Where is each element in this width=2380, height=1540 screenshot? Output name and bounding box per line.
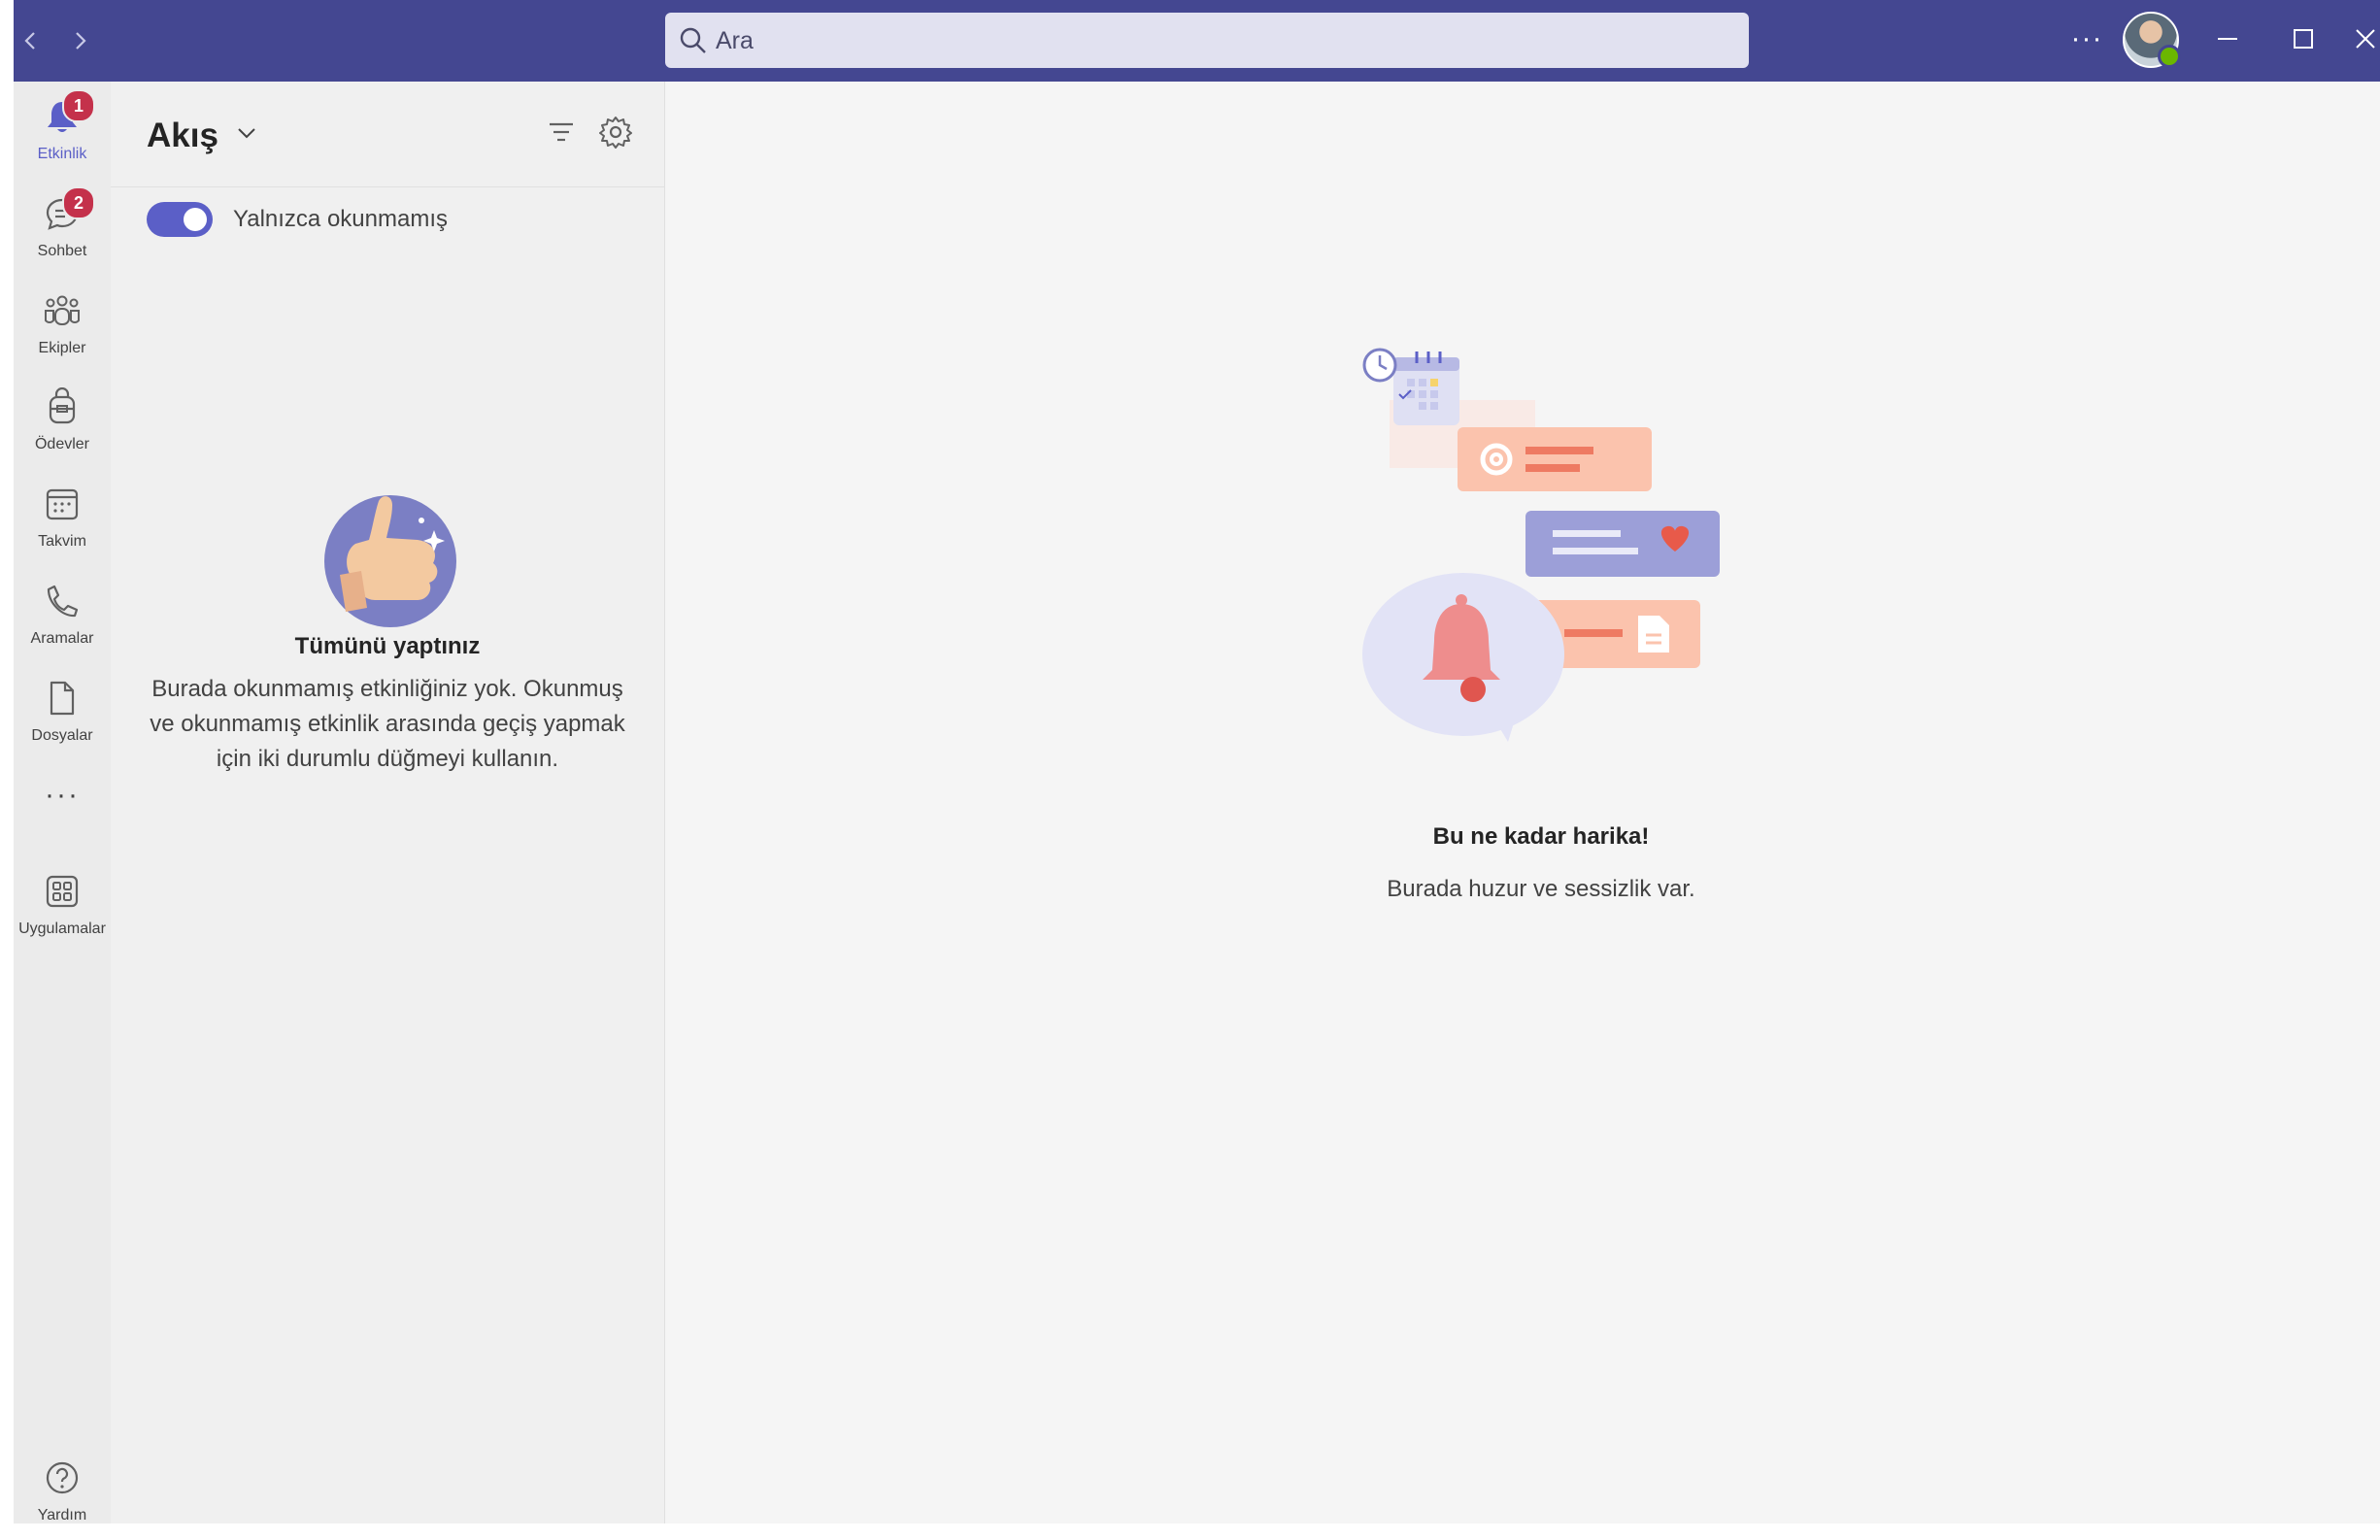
search-placeholder: Ara — [716, 27, 754, 54]
chevron-down-icon[interactable] — [232, 118, 261, 148]
rail-item-label: Takvim — [38, 533, 86, 550]
teams-icon — [45, 295, 80, 325]
chat-badge: 2 — [62, 186, 95, 219]
assignments-icon — [49, 387, 76, 424]
rail-item-label: Ekipler — [38, 340, 86, 356]
rail-item-chat[interactable]: 2 Sohbet — [14, 186, 111, 276]
rail-item-calendar[interactable]: Takvim — [14, 477, 111, 566]
back-button[interactable] — [14, 23, 49, 58]
main-empty-subtitle: Burada huzur ve sessizlik var. — [1387, 876, 1695, 902]
rail-item-activity[interactable]: 1 Etkinlik — [14, 89, 111, 179]
rail-item-files[interactable]: Dosyalar — [14, 671, 111, 760]
avatar[interactable] — [2123, 12, 2181, 68]
forward-button[interactable] — [62, 23, 97, 58]
calendar-icon — [46, 488, 79, 520]
rail-item-calls[interactable]: Aramalar — [14, 574, 111, 663]
maximize-icon — [2294, 29, 2313, 49]
rail-item-label: Dosyalar — [31, 727, 93, 744]
apps-icon — [46, 875, 79, 908]
thumbs-up-illustration — [324, 495, 456, 627]
chevron-left-icon — [24, 32, 35, 50]
rail-item-teams[interactable]: Ekipler — [14, 284, 111, 373]
main-content: Bu ne kadar harika! Burada huzur ve sess… — [665, 82, 2380, 1523]
filter-icon[interactable] — [542, 113, 581, 151]
rail-item-apps[interactable]: Uygulamalar — [14, 864, 111, 954]
minimize-button[interactable] — [2206, 17, 2249, 60]
pane-header: Akış — [111, 82, 664, 187]
rail-more-apps-button[interactable]: ··· — [14, 779, 111, 818]
chevron-right-icon — [76, 32, 86, 50]
search-input[interactable]: Ara — [665, 13, 1749, 68]
window-frame — [0, 0, 14, 1523]
close-icon — [2356, 29, 2375, 49]
main-empty-title: Bu ne kadar harika! — [1432, 823, 1650, 850]
activity-pane: Akış Yalnızca okunmamış Tümünü yaptınız … — [111, 82, 665, 1523]
unread-only-label: Yalnızca okunmamış — [233, 206, 448, 232]
empty-state-description: Burada okunmamış etkinliğiniz yok. Okunm… — [150, 676, 625, 772]
rail-item-assignments[interactable]: Ödevler — [14, 380, 111, 469]
close-button[interactable] — [2344, 17, 2380, 60]
rail-item-help[interactable]: Yardım — [14, 1451, 111, 1540]
help-icon — [46, 1461, 79, 1494]
presence-available-icon — [2158, 45, 2181, 68]
rail-item-label: Aramalar — [30, 630, 94, 647]
rail-item-label: Etkinlik — [37, 146, 87, 162]
activity-badge: 1 — [62, 89, 95, 122]
feed-title[interactable]: Akış — [147, 117, 218, 155]
maximize-button[interactable] — [2282, 17, 2325, 60]
rail-item-label: Sohbet — [37, 243, 87, 259]
minimize-icon — [2218, 38, 2237, 40]
search-icon — [680, 27, 706, 53]
file-icon — [50, 681, 75, 716]
rail-item-label: Yardım — [37, 1507, 87, 1523]
notifications-illustration — [1362, 348, 1720, 742]
gear-icon[interactable] — [596, 113, 635, 151]
rail-item-label: Ödevler — [34, 436, 90, 452]
empty-state-title: Tümünü yaptınız — [294, 633, 481, 659]
app-rail: 1 Etkinlik 2 Sohbet Ekipler Ödevler Takv… — [14, 82, 111, 1523]
unread-only-toggle[interactable] — [147, 202, 213, 237]
settings-more-button[interactable]: ··· — [2065, 17, 2108, 60]
phone-icon — [47, 585, 79, 618]
rail-item-label: Uygulamalar — [18, 921, 106, 937]
toggle-knob — [184, 208, 207, 231]
